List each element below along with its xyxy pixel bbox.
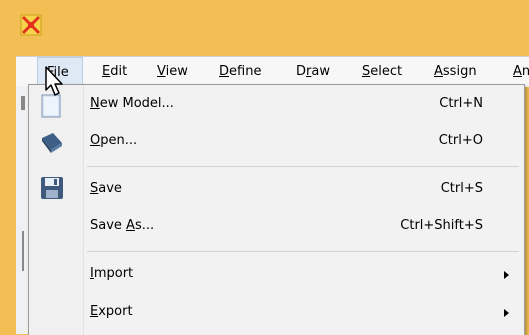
file-dropdown-menu: New Model... Ctrl+N Open... Ctrl+O Save … <box>28 84 525 335</box>
menu-item-save[interactable]: Save Ctrl+S <box>29 172 524 208</box>
menu-bar: File Edit View Define Draw Select Assign… <box>16 56 529 87</box>
menu-item-label: Export <box>90 304 133 319</box>
menu-analyze[interactable]: An <box>513 57 529 86</box>
toolbar-grip <box>21 96 25 110</box>
open-icon <box>42 133 62 153</box>
menu-item-label: Save As... <box>90 218 155 233</box>
mouse-cursor-icon <box>45 66 63 96</box>
menu-item-open[interactable]: Open... Ctrl+O <box>29 124 524 160</box>
menu-item-label: Open... <box>90 133 138 148</box>
shortcut-text: Ctrl+O <box>438 133 483 148</box>
menu-item-label: Save <box>90 181 122 196</box>
menu-item-label: New Model... <box>90 96 174 111</box>
menu-separator <box>87 251 519 252</box>
title-bar <box>0 0 529 50</box>
menu-item-new-model[interactable]: New Model... Ctrl+N <box>29 87 524 123</box>
shortcut-text: Ctrl+S <box>440 181 483 196</box>
toolbar-edge <box>22 231 24 271</box>
shortcut-text: Ctrl+Shift+S <box>400 218 483 233</box>
menu-separator <box>87 166 519 167</box>
menu-draw[interactable]: Draw <box>296 57 330 86</box>
save-floppy-icon <box>41 177 63 199</box>
menu-assign[interactable]: Assign <box>434 57 477 86</box>
menu-item-export[interactable]: Export <box>29 295 524 331</box>
submenu-arrow-icon <box>504 309 509 317</box>
menu-select[interactable]: Select <box>362 57 402 86</box>
shortcut-text: Ctrl+N <box>439 96 483 111</box>
menu-view[interactable]: View <box>157 57 188 86</box>
menu-define[interactable]: Define <box>219 57 261 86</box>
menu-item-save-as[interactable]: Save As... Ctrl+Shift+S <box>29 209 524 245</box>
menu-item-import[interactable]: Import <box>29 257 524 293</box>
menu-edit[interactable]: Edit <box>102 57 127 86</box>
app-logo-icon[interactable] <box>20 14 42 36</box>
menu-item-label: Import <box>90 266 134 281</box>
submenu-arrow-icon <box>504 271 509 279</box>
